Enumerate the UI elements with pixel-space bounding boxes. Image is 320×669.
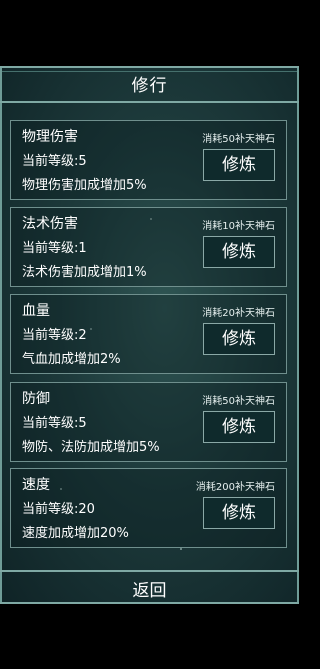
footer-bar: 返回 <box>0 570 299 606</box>
cultivation-card-defense: 防御 消耗50补天神石 当前等级:5 物防、法防加成增加5% 修炼 <box>10 382 287 462</box>
card-level: 当前等级:5 <box>22 154 87 169</box>
train-button[interactable]: 修炼 <box>203 236 275 268</box>
star-sparkle <box>180 548 182 550</box>
card-cost: 消耗50补天神石 <box>202 396 275 407</box>
title-divider <box>0 101 299 103</box>
train-button[interactable]: 修炼 <box>203 323 275 355</box>
card-name: 速度 <box>22 477 50 493</box>
card-cost: 消耗20补天神石 <box>202 308 275 319</box>
cultivation-card-hp: 血量 消耗20补天神石 当前等级:2 气血加成增加2% 修炼 <box>10 294 287 374</box>
card-cost: 消耗10补天神石 <box>202 221 275 232</box>
card-effect: 法术伤害加成增加1% <box>22 265 147 280</box>
card-name: 防御 <box>22 391 50 407</box>
card-name: 物理伤害 <box>22 129 78 145</box>
page-title: 修行 <box>131 76 168 96</box>
card-effect: 物防、法防加成增加5% <box>22 440 160 455</box>
cultivation-card-physical-damage: 物理伤害 消耗50补天神石 当前等级:5 物理伤害加成增加5% 修炼 <box>10 120 287 200</box>
cultivation-panel: 修行 物理伤害 消耗50补天神石 当前等级:5 物理伤害加成增加5% 修炼 法术… <box>0 66 299 604</box>
cultivation-card-magic-damage: 法术伤害 消耗10补天神石 当前等级:1 法术伤害加成增加1% 修炼 <box>10 207 287 287</box>
card-level: 当前等级:20 <box>22 502 95 517</box>
card-level: 当前等级:1 <box>22 241 87 256</box>
train-button[interactable]: 修炼 <box>203 411 275 443</box>
card-name: 法术伤害 <box>22 216 78 232</box>
panel-right-border <box>297 68 299 602</box>
train-button[interactable]: 修炼 <box>203 497 275 529</box>
cultivation-card-speed: 速度 消耗200补天神石 当前等级:20 速度加成增加20% 修炼 <box>10 468 287 548</box>
card-effect: 物理伤害加成增加5% <box>22 178 147 193</box>
card-name: 血量 <box>22 303 50 319</box>
back-button[interactable]: 返回 <box>0 577 299 605</box>
panel-left-border <box>0 68 2 602</box>
train-button[interactable]: 修炼 <box>203 149 275 181</box>
card-level: 当前等级:5 <box>22 416 87 431</box>
card-cost: 消耗200补天神石 <box>195 482 275 493</box>
card-cost: 消耗50补天神石 <box>202 134 275 145</box>
card-level: 当前等级:2 <box>22 328 87 343</box>
card-effect: 速度加成增加20% <box>22 526 129 541</box>
card-effect: 气血加成增加2% <box>22 352 121 367</box>
